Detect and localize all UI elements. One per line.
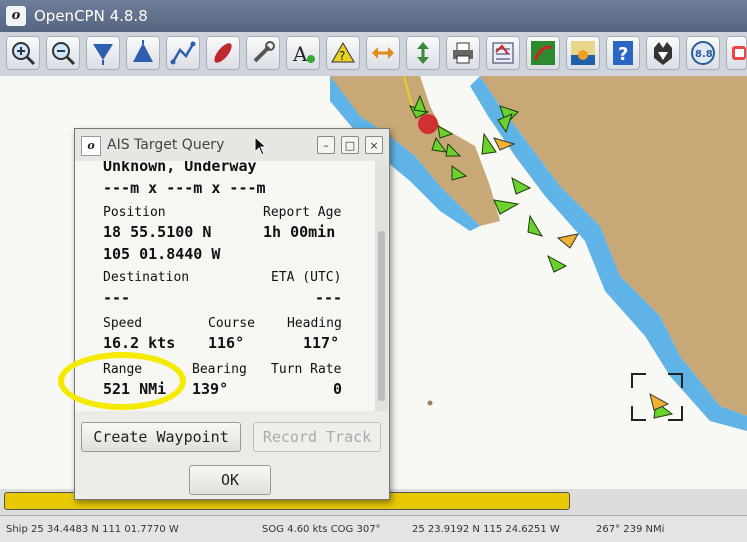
range-highlight-circle [58, 352, 186, 410]
report-age-value: 1h 00min [263, 223, 336, 241]
course-label: Course [208, 316, 255, 331]
text-icon[interactable]: A [286, 36, 320, 70]
help-icon[interactable]: ? [606, 36, 640, 70]
target-name-status: Unknown, Underway [103, 161, 257, 175]
bearing-label: Bearing [192, 362, 247, 377]
dialog-titlebar[interactable]: o AIS Target Query – □ × [75, 129, 389, 162]
window-title: OpenCPN 4.8.8 [34, 7, 148, 25]
status-ship-position: Ship 25 34.4483 N 111 01.7770 W [6, 524, 179, 535]
destination-label: Destination [103, 270, 190, 285]
course-value: 116° [208, 334, 245, 352]
ok-button[interactable]: OK [189, 465, 271, 495]
print-icon[interactable] [446, 36, 480, 70]
svg-text:?: ? [618, 44, 628, 65]
center-ship-icon[interactable] [366, 36, 400, 70]
turn-rate-value: 0 [333, 380, 343, 398]
settings-wrench-icon[interactable] [246, 36, 280, 70]
dialog-title: AIS Target Query [107, 137, 225, 153]
scale-down-icon[interactable] [86, 36, 120, 70]
ais-target-query-dialog: o AIS Target Query – □ × Unknown, Underw… [74, 128, 390, 500]
tide-icon[interactable] [726, 36, 747, 70]
day-night-icon[interactable] [566, 36, 600, 70]
bearing-value: 139° [192, 380, 229, 398]
eta-label: ETA (UTC) [271, 270, 342, 285]
svg-text:8.8: 8.8 [695, 49, 713, 60]
status-cursor-position: 25 23.9192 N 115 24.6251 W [412, 524, 560, 535]
maximize-button[interactable]: □ [341, 136, 359, 154]
svg-text:?: ? [339, 49, 345, 63]
zoom-out-icon[interactable] [46, 36, 80, 70]
version-badge-icon[interactable]: 8.8 [686, 36, 720, 70]
position-longitude: 105 01.8440 W [103, 245, 221, 263]
turn-rate-label: Turn Rate [271, 362, 342, 377]
status-sog-cog: SOG 4.60 kts COG 307° [262, 524, 381, 535]
app-titlebar: o OpenCPN 4.8.8 [0, 0, 747, 32]
scrollbar-thumb[interactable] [378, 231, 385, 401]
heading-value: 117° [303, 334, 340, 352]
eta-value: --- [315, 289, 343, 307]
mark-icon[interactable]: ? [326, 36, 360, 70]
scale-up-icon[interactable] [126, 36, 160, 70]
close-button[interactable]: × [365, 136, 383, 154]
speed-value: 16.2 kts [103, 334, 176, 352]
create-waypoint-button[interactable]: Create Waypoint [81, 422, 241, 452]
minimize-button[interactable]: – [317, 136, 335, 154]
course-up-icon[interactable] [406, 36, 440, 70]
ais-icon[interactable] [646, 36, 680, 70]
report-age-label: Report Age [263, 205, 342, 220]
target-dimensions: ---m x ---m x ---m [103, 179, 266, 197]
track-icon[interactable] [206, 36, 240, 70]
dialog-logo-icon: o [81, 136, 101, 156]
info-scrollbar[interactable] [375, 161, 388, 411]
svg-text:A: A [292, 42, 308, 66]
route-manager-icon[interactable] [486, 36, 520, 70]
destination-value: --- [103, 289, 131, 307]
mouse-cursor-icon [254, 136, 268, 156]
speed-label: Speed [103, 316, 143, 331]
status-bar: Ship 25 34.4483 N 111 01.7770 W SOG 4.60… [0, 515, 747, 542]
route-icon[interactable] [166, 36, 200, 70]
heading-label: Heading [287, 316, 342, 331]
record-track-button[interactable]: Record Track [253, 422, 381, 452]
position-label: Position [103, 205, 166, 220]
main-toolbar: A ? ? 8.8 [0, 32, 747, 77]
zoom-in-icon[interactable] [6, 36, 40, 70]
position-latitude: 18 55.5100 N [103, 223, 212, 241]
tracks-icon[interactable] [526, 36, 560, 70]
opencpn-logo-icon: o [6, 6, 26, 26]
status-range-bearing: 267° 239 NMi [596, 524, 665, 535]
